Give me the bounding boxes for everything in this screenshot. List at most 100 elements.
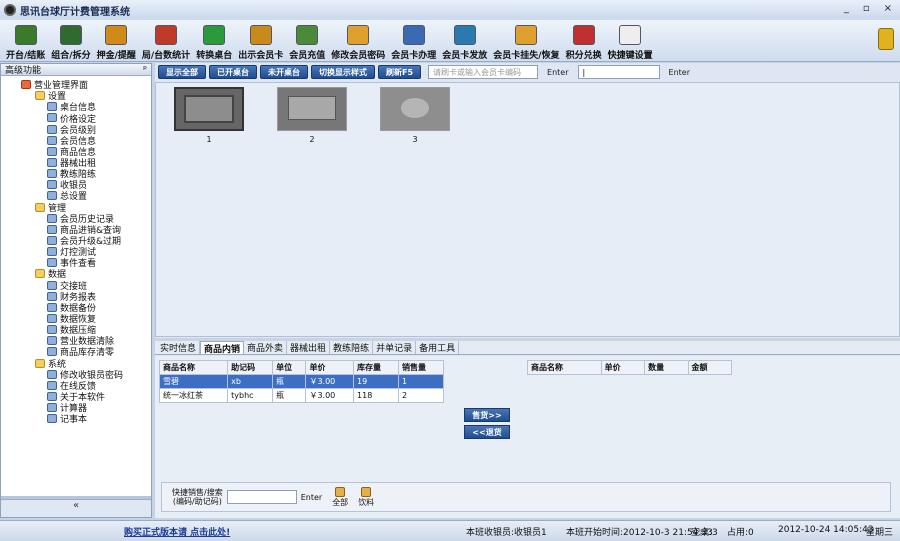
column-header[interactable]: 库存量 bbox=[353, 360, 399, 375]
table-card-3[interactable]: 3 bbox=[377, 87, 453, 144]
toolbar-label: 修改会员密码 bbox=[331, 51, 386, 61]
tab-4[interactable]: 教练陪练 bbox=[330, 341, 374, 354]
tab-2[interactable]: 商品外卖 bbox=[244, 341, 288, 354]
toolbar-button-0[interactable]: 开台/结账 bbox=[4, 21, 47, 61]
toolbar-label: 出示会员卡 bbox=[238, 51, 284, 61]
column-header[interactable]: 数量 bbox=[644, 360, 689, 375]
return-button[interactable]: <<退货 bbox=[464, 425, 510, 439]
column-header[interactable]: 单价 bbox=[600, 360, 646, 375]
function-icon bbox=[47, 102, 57, 112]
stats-icon bbox=[155, 25, 178, 45]
unopened-tables-button[interactable]: 未开桌台 bbox=[260, 65, 308, 79]
minimize-button[interactable]: _ bbox=[844, 3, 849, 14]
card-input[interactable]: 请刷卡或输入会员卡编码 bbox=[428, 65, 539, 79]
toolbar-button-8[interactable]: 会员卡办理 bbox=[389, 21, 438, 61]
opened-tables-button[interactable]: 已开桌台 bbox=[209, 65, 257, 79]
table-row[interactable]: 统一冰红茶 tybhc 瓶 ￥3.00 118 2 bbox=[158, 388, 445, 403]
tree-item[interactable]: 事件查看 bbox=[1, 257, 151, 269]
column-header[interactable]: 销售量 bbox=[397, 360, 445, 375]
switch-style-button[interactable]: 切换显示样式 bbox=[311, 65, 375, 79]
toolbar-button-7[interactable]: 修改会员密码 bbox=[329, 21, 387, 61]
pin-icon[interactable]: ᵖ bbox=[143, 65, 147, 75]
toolbar-button-3[interactable]: 局/台数统计 bbox=[140, 21, 192, 61]
table-grid: 1 2 3 bbox=[155, 82, 900, 337]
function-icon bbox=[47, 169, 57, 179]
toolbar-button-1[interactable]: 组合/拆分 bbox=[49, 21, 92, 61]
toolbar-button-12[interactable]: 快捷键设置 bbox=[606, 21, 655, 61]
app-logo-icon bbox=[4, 4, 16, 16]
sell-button[interactable]: 售货>> bbox=[464, 408, 510, 422]
sidebar: 高级功能 ᵖ 营业管理界面 设置 桌台信息 价格设定 会员级别 会员信息 商品信息 器械出租教… bbox=[0, 63, 152, 518]
table-number: 2 bbox=[309, 135, 315, 144]
table-cell: 2 bbox=[397, 388, 445, 403]
main-toolbar: 开台/结账 组合/拆分 押金/提醒 局/台数统计 转换桌台 出示会员卡 会员充值 修改会员密码… bbox=[0, 20, 900, 62]
category-all-button[interactable]: 全部 bbox=[332, 486, 348, 508]
toolbar-button-6[interactable]: 会员充值 bbox=[287, 21, 327, 61]
tab-1[interactable]: 商品内销 bbox=[200, 341, 245, 355]
goods-table: 商品名称 助记码 单位 单价 库存量 销售量 雪碧 xb 瓶 ￥3.00 19 1 统一冰红茶 tybh… bbox=[158, 360, 445, 403]
column-header[interactable]: 商品名称 bbox=[158, 360, 229, 375]
sidebar-collapse-button[interactable]: « bbox=[1, 499, 151, 517]
combine-icon bbox=[59, 25, 82, 45]
card-issue-icon bbox=[453, 25, 476, 45]
sidebar-title: 高级功能 bbox=[5, 66, 42, 76]
buy-link[interactable]: 购买正式版本请 点击此处! bbox=[124, 525, 230, 538]
table-cell: tybhc bbox=[227, 388, 274, 403]
recharge-icon bbox=[296, 25, 319, 45]
tree-item[interactable]: 商品库存清零 bbox=[1, 346, 151, 359]
toolbar-button-9[interactable]: 会员卡发放 bbox=[440, 21, 489, 61]
table-card-1[interactable]: 1 bbox=[171, 87, 247, 144]
toolbar-button-5[interactable]: 出示会员卡 bbox=[236, 21, 285, 61]
window-title: 思讯台球厅计费管理系统 bbox=[20, 6, 130, 18]
cashier-status: 本班收银员:收银员1 bbox=[466, 528, 547, 538]
table-row[interactable]: 雪碧 xb 瓶 ￥3.00 19 1 bbox=[158, 374, 445, 389]
show-all-button[interactable]: 显示全部 bbox=[158, 65, 206, 79]
tab-0[interactable]: 实时信息 bbox=[157, 341, 201, 354]
tab-5[interactable]: 并单记录 bbox=[373, 341, 417, 354]
category-icon bbox=[361, 486, 372, 497]
tab-6[interactable]: 备用工具 bbox=[416, 341, 460, 354]
sale-panel: 商品名称 助记码 单位 单价 库存量 销售量 雪碧 xb 瓶 ￥3.00 19 1 统一冰红茶 tybh… bbox=[155, 356, 900, 518]
column-header[interactable]: 单位 bbox=[272, 360, 307, 375]
function-tree: 营业管理界面 设置 桌台信息 价格设定 会员级别 会员信息 商品信息 器械出租 教练陪练 收银员总… bbox=[1, 76, 151, 425]
card-lost-icon bbox=[515, 25, 538, 45]
toolbar-button-11[interactable]: 积分兑换 bbox=[564, 21, 604, 61]
function-icon bbox=[47, 191, 57, 201]
second-input[interactable]: | bbox=[577, 65, 660, 79]
table-cell: ￥3.00 bbox=[305, 388, 355, 403]
table-cell: 1 bbox=[397, 374, 445, 389]
close-button[interactable]: × bbox=[884, 3, 892, 14]
tree-item[interactable]: 记事本 bbox=[1, 413, 151, 425]
filter-bar: 显示全部 已开桌台 未开桌台 切换显示样式 刷新F5 请刷卡或输入会员卡编码 E… bbox=[155, 63, 900, 81]
column-header[interactable]: 商品名称 bbox=[527, 360, 602, 375]
toolbar-button-2[interactable]: 押金/提醒 bbox=[95, 21, 138, 61]
transfer-icon bbox=[203, 25, 226, 45]
function-icon bbox=[47, 302, 57, 312]
category-drinks-button[interactable]: 饮料 bbox=[358, 486, 374, 508]
table-card-2[interactable]: 2 bbox=[274, 87, 350, 144]
quick-sale-input[interactable] bbox=[226, 490, 297, 504]
lock-icon[interactable] bbox=[878, 28, 894, 50]
toolbar-button-4[interactable]: 转换桌台 bbox=[194, 21, 234, 61]
function-icon bbox=[47, 403, 57, 413]
function-icon bbox=[47, 158, 57, 168]
toolbar-label: 局/台数统计 bbox=[141, 51, 191, 61]
quick-enter-label: Enter bbox=[300, 492, 323, 502]
column-header[interactable]: 单价 bbox=[305, 360, 355, 375]
function-icon bbox=[47, 280, 57, 290]
column-header[interactable]: 金额 bbox=[687, 360, 733, 375]
hotkey-icon bbox=[619, 25, 642, 45]
function-icon bbox=[47, 213, 57, 223]
tree-label: 商品库存清零 bbox=[60, 348, 115, 359]
refresh-button[interactable]: 刷新F5 bbox=[378, 65, 422, 79]
restore-button[interactable]: ▫ bbox=[863, 3, 870, 14]
function-icon bbox=[47, 314, 57, 324]
toolbar-button-10[interactable]: 会员卡挂失/恢复 bbox=[491, 21, 561, 61]
tab-3[interactable]: 器械出租 bbox=[287, 341, 331, 354]
table-cell: ￥3.00 bbox=[305, 374, 355, 389]
tree-root[interactable]: 营业管理界面 bbox=[1, 79, 151, 91]
main-area: 显示全部 已开桌台 未开桌台 切换显示样式 刷新F5 请刷卡或输入会员卡编码 E… bbox=[155, 63, 900, 518]
tree-item[interactable]: 总设置 bbox=[1, 190, 151, 202]
quick-sale-bar: 快捷销售/搜索 (编码/助记码) Enter 全部 饮料 bbox=[161, 482, 891, 512]
column-header[interactable]: 助记码 bbox=[227, 360, 274, 375]
